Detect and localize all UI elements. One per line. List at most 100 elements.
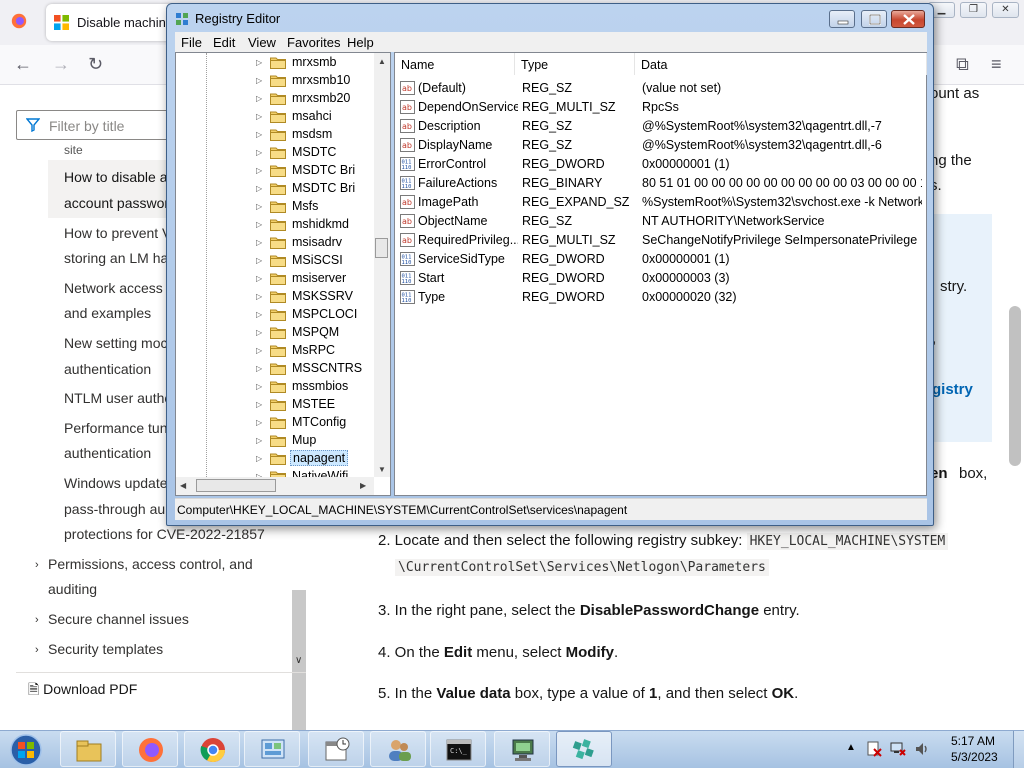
show-hidden-icons-icon[interactable]: ▲ — [846, 742, 856, 753]
page-scrollbar[interactable] — [1006, 86, 1024, 730]
tab-disable-machine[interactable]: Disable machine — [46, 4, 176, 41]
expand-arrow-icon[interactable]: ▷ — [256, 400, 262, 409]
tree-horizontal-scrollbar[interactable]: ◀ ▶ — [176, 477, 374, 495]
volume-icon[interactable] — [914, 741, 930, 757]
action-center-icon[interactable] — [866, 741, 882, 757]
expand-arrow-icon[interactable]: ▷ — [256, 220, 262, 229]
start-button[interactable] — [4, 733, 48, 767]
taskbar-regedit[interactable] — [556, 731, 612, 767]
sidebar-section-permissions-l2[interactable]: auditing — [48, 577, 97, 602]
scroll-down-icon[interactable]: ∨ — [295, 655, 302, 666]
sidebar-item-network-access[interactable]: Network access v — [64, 276, 174, 301]
sidebar-item-lm-hash-l2[interactable]: storing an LM ha — [64, 246, 168, 271]
close-button[interactable] — [891, 10, 925, 28]
taskbar-network[interactable] — [494, 731, 550, 767]
expand-arrow-icon[interactable]: ▷ — [256, 364, 262, 373]
sidebar-item-windows-update-l2[interactable]: pass-through au — [64, 497, 165, 522]
taskbar-cmd[interactable]: C:\_ — [430, 731, 486, 767]
browser-close-button[interactable]: ✕ — [992, 2, 1019, 18]
scroll-right-icon[interactable]: ▶ — [360, 481, 366, 490]
sidebar-section-security-templates[interactable]: Security templates — [48, 637, 163, 662]
sidebar-item-ntlm[interactable]: NTLM user authe — [64, 386, 172, 411]
chevron-right-icon[interactable]: › — [35, 644, 39, 656]
sidebar-item-network-access-l2[interactable]: and examples — [64, 301, 151, 326]
expand-arrow-icon[interactable]: ▷ — [256, 346, 262, 355]
expand-arrow-icon[interactable]: ▷ — [256, 292, 262, 301]
sidebar-section-permissions[interactable]: Permissions, access control, and — [48, 552, 253, 577]
scroll-left-icon[interactable]: ◀ — [180, 481, 186, 490]
registry-value-row[interactable]: ab ImagePath REG_EXPAND_SZ %SystemRoot%\Sys… — [395, 193, 928, 212]
menu-favorites[interactable]: Favorites — [287, 35, 340, 50]
menu-edit[interactable]: Edit — [213, 35, 235, 50]
taskbar-chrome[interactable] — [184, 731, 240, 767]
expand-arrow-icon[interactable]: ▷ — [256, 238, 262, 247]
registry-value-row[interactable]: 011 110 ErrorControl REG_DWORD 0x00000001 (1… — [395, 155, 928, 174]
registry-value-row[interactable]: 011 110 FailureActions REG_BINARY 80 51 01 0… — [395, 174, 928, 193]
sidebar-item-new-setting-l2[interactable]: authentication — [64, 357, 151, 382]
sidebar-item-selected-line1[interactable]: How to disable a — [64, 165, 168, 190]
registry-value-row[interactable]: ab RequiredPrivileg... REG_MULTI_SZ SeChang… — [395, 231, 928, 250]
sidebar-item-performance-l2[interactable]: authentication — [64, 441, 151, 466]
registry-value-row[interactable]: 011 110 ServiceSidType REG_DWORD 0x00000001 … — [395, 250, 928, 269]
registry-value-row[interactable]: ab ObjectName REG_SZ NT AUTHORITY\NetworkSe… — [395, 212, 928, 231]
expand-arrow-icon[interactable]: ▷ — [256, 256, 262, 265]
expand-arrow-icon[interactable]: ▷ — [256, 382, 262, 391]
minimize-button[interactable] — [829, 10, 855, 28]
sidebar-item-lm-hash[interactable]: How to prevent V — [64, 221, 171, 246]
registry-value-row[interactable]: 011 110 Start REG_DWORD 0x00000003 (3) — [395, 269, 928, 288]
scrollbar-thumb[interactable] — [375, 238, 388, 258]
expand-arrow-icon[interactable]: ▷ — [256, 166, 262, 175]
scrollbar-thumb[interactable] — [1009, 306, 1021, 466]
registry-value-row[interactable]: 011 110 Type REG_DWORD 0x00000020 (32) — [395, 288, 928, 307]
sidebar-item-windows-update[interactable]: Windows update — [64, 471, 168, 496]
taskbar-users[interactable] — [370, 731, 426, 767]
chevron-right-icon[interactable]: › — [35, 614, 39, 626]
note-link-fragment[interactable]: gistry — [932, 381, 973, 398]
registry-value-row[interactable]: ab (Default) REG_SZ (value not set) — [395, 79, 928, 98]
sidebar-item-selected-line2[interactable]: account passwor — [64, 191, 169, 216]
expand-arrow-icon[interactable]: ▷ — [256, 184, 262, 193]
back-icon[interactable]: ← — [14, 54, 32, 75]
taskbar-firefox[interactable] — [122, 731, 178, 767]
show-desktop-button[interactable] — [1013, 731, 1024, 768]
registry-value-row[interactable]: ab DisplayName REG_SZ @%SystemRoot%\system3… — [395, 136, 928, 155]
tree-vertical-scrollbar[interactable]: ▲ ▼ — [374, 53, 390, 477]
firefox-view-icon[interactable] — [10, 12, 28, 30]
menu-file[interactable]: File — [181, 35, 202, 50]
extensions-icon[interactable]: ⧉ — [956, 54, 969, 75]
scroll-down-icon[interactable]: ▼ — [378, 465, 386, 474]
column-header-type[interactable]: Type — [515, 53, 635, 75]
clock-date[interactable]: 5/3/2023 — [951, 750, 998, 764]
expand-arrow-icon[interactable]: ▷ — [256, 148, 262, 157]
expand-arrow-icon[interactable]: ▷ — [256, 454, 262, 463]
maximize-button[interactable] — [861, 10, 887, 28]
expand-arrow-icon[interactable]: ▷ — [256, 274, 262, 283]
network-tray-icon[interactable] — [890, 741, 906, 757]
chevron-right-icon[interactable]: › — [35, 559, 39, 571]
column-header-data[interactable]: Data — [635, 53, 927, 75]
reload-icon[interactable]: ↻ — [88, 54, 103, 75]
expand-arrow-icon[interactable]: ▷ — [256, 76, 262, 85]
registry-value-row[interactable]: ab DependOnService REG_MULTI_SZ RpcSs — [395, 98, 928, 117]
download-pdf-link[interactable]: 🗎 Download PDF — [28, 679, 137, 703]
taskbar-control-panel[interactable] — [244, 731, 300, 767]
expand-arrow-icon[interactable]: ▷ — [256, 202, 262, 211]
sidebar-section-secure-channel[interactable]: Secure channel issues — [48, 607, 189, 632]
expand-arrow-icon[interactable]: ▷ — [256, 436, 262, 445]
filter-input[interactable]: Filter by title — [16, 110, 176, 140]
expand-arrow-icon[interactable]: ▷ — [256, 112, 262, 121]
expand-arrow-icon[interactable]: ▷ — [256, 418, 262, 427]
sidebar-item-new-setting[interactable]: New setting moc — [64, 331, 167, 356]
browser-restore-button[interactable]: ❐ — [960, 2, 987, 18]
taskbar-task-scheduler[interactable] — [308, 731, 364, 767]
menu-view[interactable]: View — [248, 35, 276, 50]
registry-value-row[interactable]: ab Description REG_SZ @%SystemRoot%\system3… — [395, 117, 928, 136]
expand-arrow-icon[interactable]: ▷ — [256, 58, 262, 67]
menu-help[interactable]: Help — [347, 35, 374, 50]
sidebar-item-performance[interactable]: Performance tun — [64, 416, 168, 441]
scrollbar-thumb[interactable] — [196, 479, 276, 492]
clock-time[interactable]: 5:17 AM — [951, 734, 995, 748]
column-header-name[interactable]: Name — [395, 53, 515, 75]
menu-icon[interactable]: ≡ — [991, 54, 1002, 75]
expand-arrow-icon[interactable]: ▷ — [256, 130, 262, 139]
